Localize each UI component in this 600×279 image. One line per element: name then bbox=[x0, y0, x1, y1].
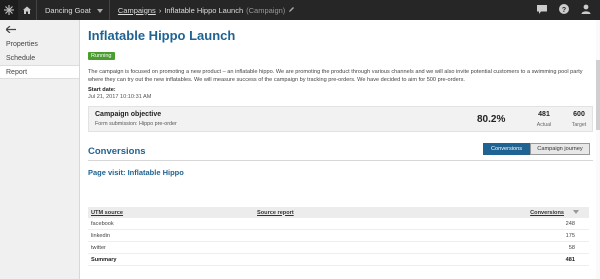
help-icon[interactable]: ? bbox=[559, 1, 569, 19]
objective-percent: 80.2% bbox=[477, 114, 506, 125]
tab-conversions[interactable]: Conversions bbox=[483, 143, 530, 155]
breadcrumb: Campaigns › Inflatable Hippo Launch (Cam… bbox=[110, 6, 295, 15]
breadcrumb-current: Inflatable Hippo Launch bbox=[164, 5, 244, 15]
target-value: 600 bbox=[573, 111, 585, 118]
back-button[interactable] bbox=[0, 20, 79, 37]
status-badge: Running bbox=[88, 52, 115, 60]
tab-campaign-journey[interactable]: Campaign journey bbox=[530, 143, 590, 155]
chevron-down-icon bbox=[96, 6, 103, 15]
nav-item-report[interactable]: Report bbox=[0, 65, 79, 79]
start-date-value: Jul 21, 2017 10:10:31 AM bbox=[88, 94, 152, 100]
scrollbar-thumb[interactable] bbox=[596, 60, 600, 130]
breadcrumb-type: (Campaign) bbox=[246, 5, 286, 15]
scrollbar[interactable] bbox=[596, 20, 600, 279]
campaign-description: The campaign is focused on promoting a n… bbox=[88, 69, 583, 83]
top-bar: Dancing Goat Campaigns › Inflatable Hipp… bbox=[0, 0, 600, 20]
site-name: Dancing Goat bbox=[45, 5, 91, 15]
actual-label: Actual bbox=[536, 122, 552, 128]
left-nav: Properties Schedule Report bbox=[0, 20, 80, 279]
home-icon[interactable] bbox=[18, 0, 36, 20]
objective-subtitle: Form submission: Hippo pre-order bbox=[95, 121, 177, 127]
target-label: Target bbox=[571, 122, 587, 128]
arrow-left-icon bbox=[5, 20, 16, 38]
breadcrumb-chevron-icon: › bbox=[158, 5, 162, 15]
user-icon[interactable] bbox=[581, 1, 591, 19]
campaign-objective-panel: Campaign objective Form submission: Hipp… bbox=[88, 106, 593, 132]
report-tabs: Conversions Campaign journey bbox=[483, 143, 590, 155]
chat-icon[interactable] bbox=[537, 1, 547, 19]
objective-title: Campaign objective bbox=[95, 111, 162, 118]
page-title: Inflatable Hippo Launch bbox=[88, 28, 236, 43]
nav-item-schedule[interactable]: Schedule bbox=[0, 51, 79, 65]
nav-item-properties[interactable]: Properties bbox=[0, 37, 79, 51]
start-date-label: Start date: bbox=[88, 87, 116, 93]
edit-icon[interactable] bbox=[288, 6, 295, 15]
svg-text:?: ? bbox=[562, 7, 566, 14]
site-selector[interactable]: Dancing Goat bbox=[37, 6, 109, 15]
breadcrumb-campaigns-link[interactable]: Campaigns bbox=[118, 6, 156, 15]
actual-value: 481 bbox=[538, 111, 550, 118]
app-logo-icon[interactable] bbox=[0, 0, 18, 20]
